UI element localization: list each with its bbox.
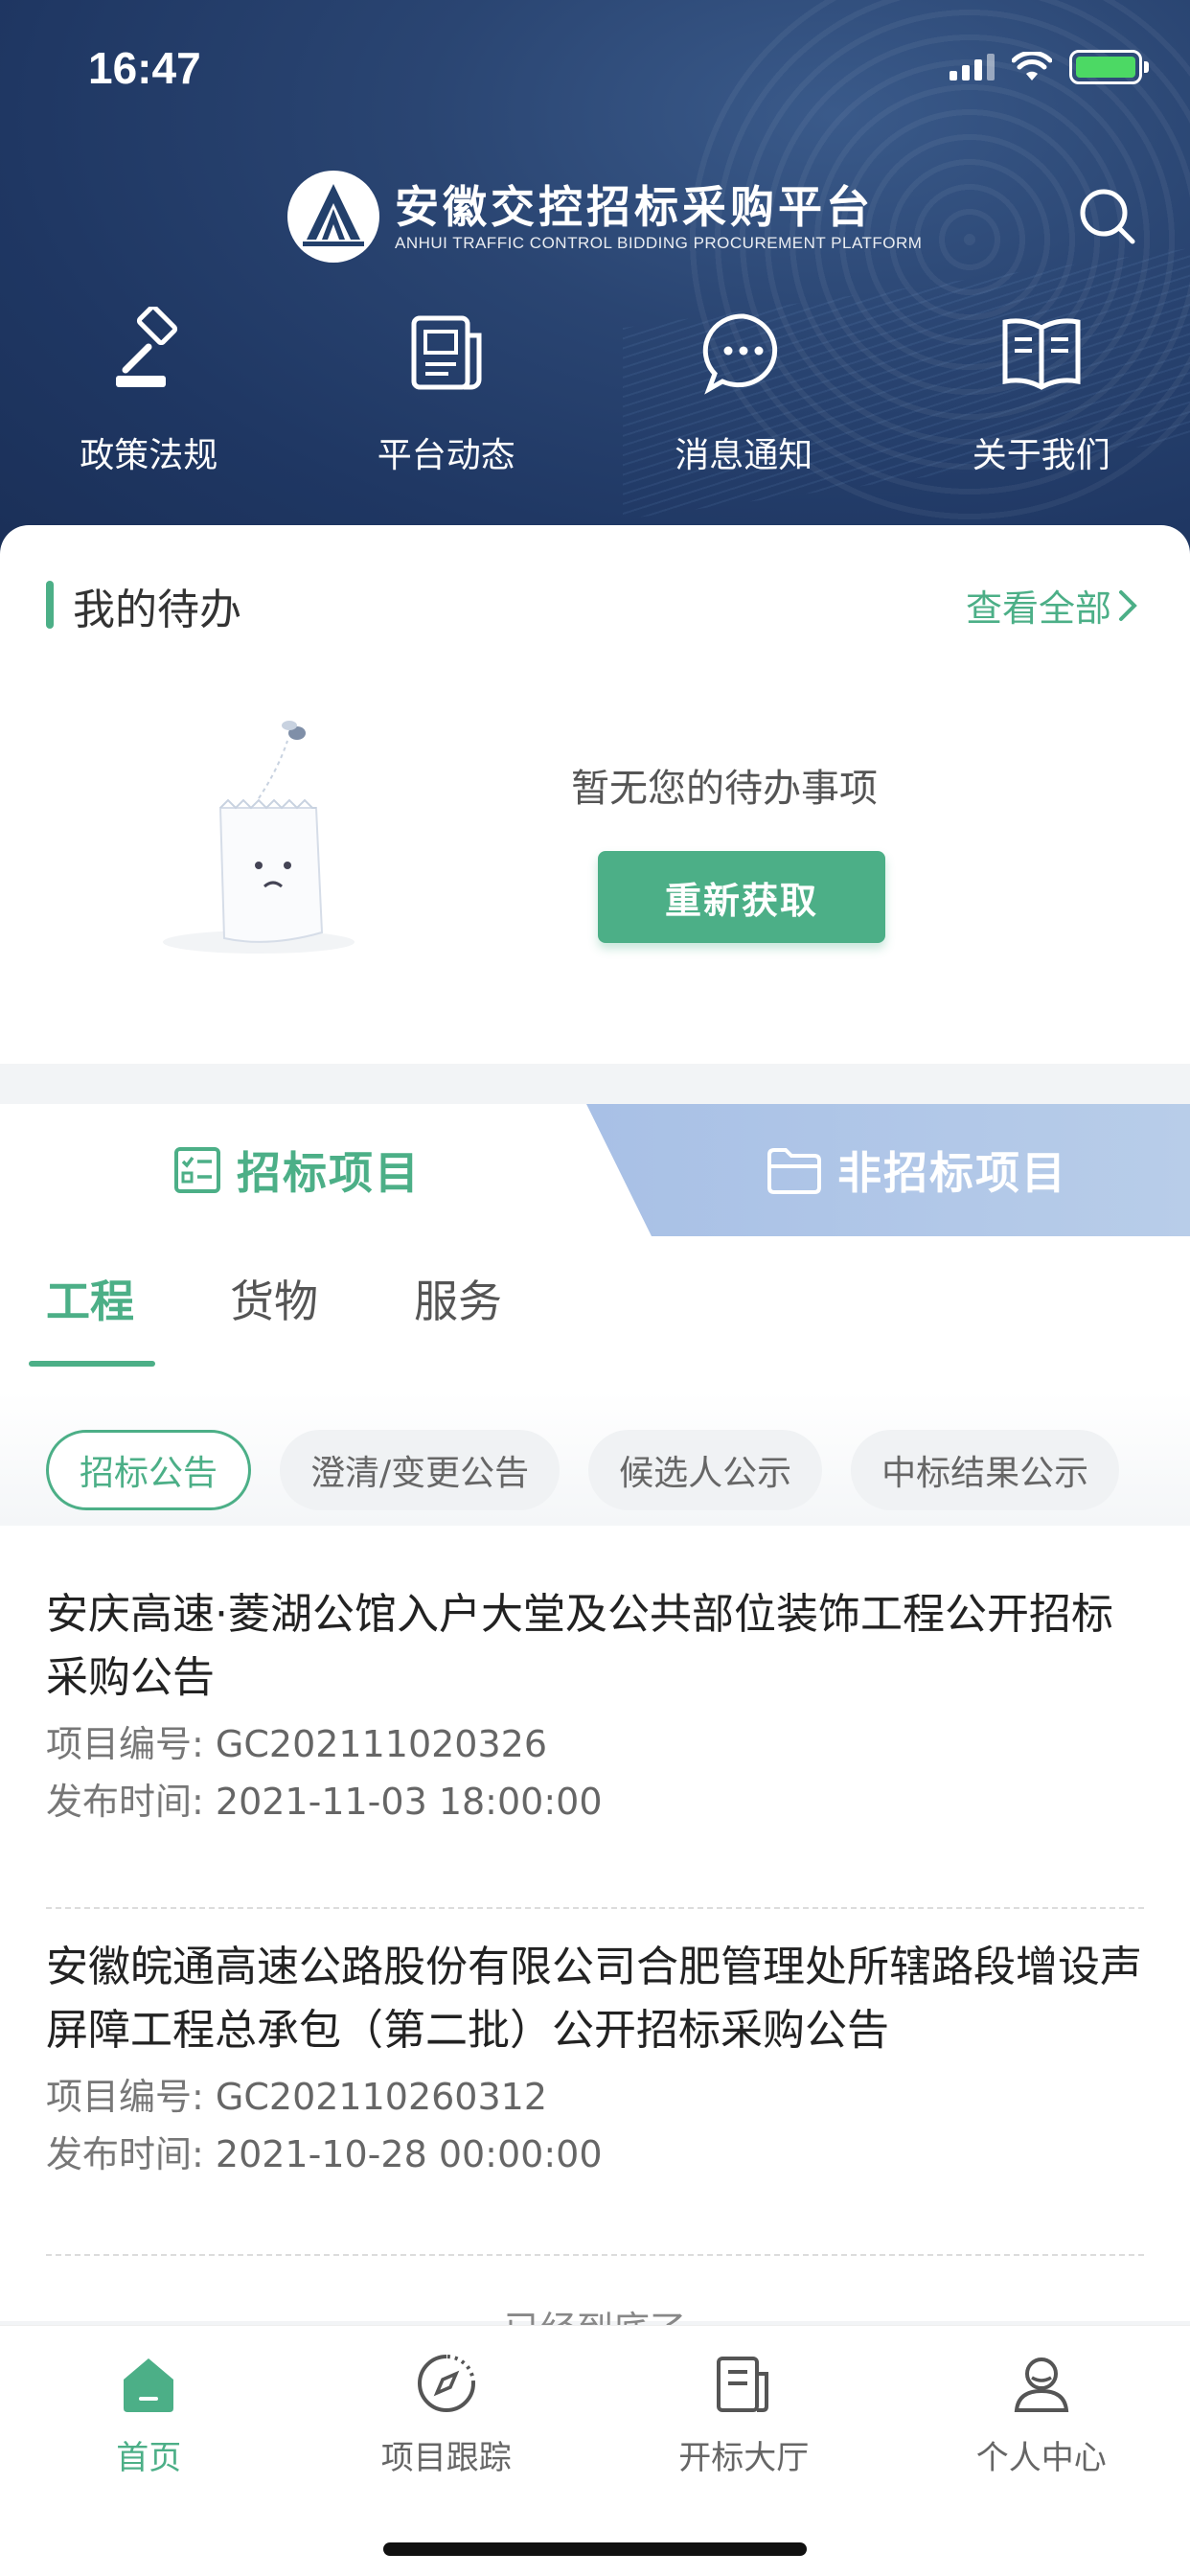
quick-nav: 政策法规 平台动态 消息通知 关于我们 [0,307,1190,477]
nav-about[interactable]: 关于我们 [893,307,1190,477]
segment-label: 非招标项目 [837,1147,1067,1199]
see-all-link[interactable]: 查看全部 [966,579,1144,632]
battery-icon [1069,50,1149,84]
tab-bid-opening-hall[interactable]: 开标大厅 [595,2351,893,2478]
home-indicator [383,2542,807,2556]
segment-bidding-projects[interactable]: 招标项目 [0,1104,594,1236]
tab-services[interactable]: 服务 [414,1267,502,1363]
publish-time: 2021-11-03 18:00:00 [215,1781,603,1823]
list-item[interactable]: 安庆高速·菱湖公馆入户大堂及公共部位装饰工程公开招标采购公告 项目编号: GC2… [46,1583,1144,1909]
nav-notifications[interactable]: 消息通知 [595,307,893,477]
item-code-row: 项目编号: GC202110260312 [46,2068,1144,2126]
announcement-filter-bar: 招标公告 澄清/变更公告 候选人公示 中标结果公示 [0,1392,1190,1526]
tab-label: 项目跟踪 [380,2439,512,2477]
item-time-row: 发布时间: 2021-10-28 00:00:00 [46,2126,1144,2183]
status-bar: 16:47 [0,0,1190,134]
wifi-icon [1012,52,1052,80]
code-label: 项目编号: [46,1723,204,1765]
chat-bubble-icon [703,313,778,395]
status-icons [950,50,1149,84]
open-book-icon [1002,318,1081,390]
announcement-list: 安庆高速·菱湖公馆入户大堂及公共部位装饰工程公开招标采购公告 项目编号: GC2… [0,1583,1190,2256]
folder-icon [767,1148,821,1194]
active-tab-indicator [29,1361,155,1367]
todo-card: 我的待办 查看全部 暂无您的待办事项 重新获取 [0,525,1190,1064]
project-code: GC202110260312 [215,2076,548,2118]
tab-label: 个人中心 [975,2439,1107,2477]
person-icon [1014,2358,1068,2412]
app-subtitle: ANHUI TRAFFIC CONTROL BIDDING PROCUREMEN… [395,234,923,252]
segment-label: 招标项目 [237,1147,421,1199]
status-time: 16:47 [88,43,201,93]
todo-title: 我的待办 [73,586,241,634]
tab-engineering[interactable]: 工程 [46,1267,134,1363]
chip-candidate-publicity[interactable]: 候选人公示 [588,1430,823,1510]
tab-label: 首页 [116,2439,182,2477]
logo-emblem-icon [287,171,379,263]
bottom-tab-bar: 首页 项目跟踪 开标大厅 个人中心 [0,2325,1190,2576]
newspaper-icon [411,315,482,390]
tab-personal-center[interactable]: 个人中心 [893,2351,1190,2478]
refresh-button[interactable]: 重新获取 [598,851,885,943]
nav-label: 关于我们 [972,436,1110,475]
tracking-icon [417,2355,475,2412]
item-title: 安徽皖通高速公路股份有限公司合肥管理处所辖路段增设声屏障工程总承包（第二批）公开… [46,1943,1142,2055]
gavel-icon [116,307,178,387]
hall-icon [717,2357,769,2412]
category-tabs: 工程 货物 服务 [0,1267,1190,1363]
chip-award-result[interactable]: 中标结果公示 [851,1430,1120,1510]
item-title: 安庆高速·菱湖公馆入户大堂及公共部位装饰工程公开招标采购公告 [46,1590,1113,1702]
segment-non-bidding-projects[interactable]: 非招标项目 [586,1104,1190,1236]
tab-project-tracking[interactable]: 项目跟踪 [298,2351,596,2478]
list-item[interactable]: 安徽皖通高速公路股份有限公司合肥管理处所辖路段增设声屏障工程总承包（第二批）公开… [46,1909,1144,2256]
cellular-signal-icon [950,54,995,80]
nav-label: 消息通知 [675,436,813,475]
header-banner: 16:47 安徽交控招标采购平台 ANHUI TRAFFIC CONTROL B… [0,0,1190,575]
nav-label: 政策法规 [80,436,218,475]
home-icon [124,2358,174,2412]
project-code: GC202111020326 [215,1723,548,1765]
see-all-label: 查看全部 [965,587,1111,630]
code-label: 项目编号: [46,2076,204,2118]
project-section: 招标项目 非招标项目 工程 货物 服务 招标公告 澄清/变更公告 候选人公示 中… [0,1104,1190,2321]
section-accent-bar [46,581,54,629]
checklist-icon [174,1147,220,1193]
item-code-row: 项目编号: GC202111020326 [46,1715,1144,1773]
nav-platform-news[interactable]: 平台动态 [298,307,596,477]
project-type-toggle: 招标项目 非招标项目 [0,1104,1190,1236]
platform-logo: 安徽交控招标采购平台 ANHUI TRAFFIC CONTROL BIDDING… [287,171,922,263]
publish-time: 2021-10-28 00:00:00 [215,2133,603,2175]
chevron-right-icon [1119,589,1137,621]
search-icon[interactable] [1075,184,1140,249]
chip-clarification-notice[interactable]: 澄清/变更公告 [280,1430,561,1510]
item-time-row: 发布时间: 2021-11-03 18:00:00 [46,1773,1144,1830]
tab-home[interactable]: 首页 [0,2351,298,2478]
nav-label: 平台动态 [377,436,515,475]
tab-label: 开标大厅 [678,2439,810,2477]
time-label: 发布时间: [46,2133,204,2175]
empty-bag-illustration [163,721,355,954]
empty-todo-text: 暂无您的待办事项 [571,767,878,811]
app-title: 安徽交控招标采购平台 [395,181,874,233]
nav-policy[interactable]: 政策法规 [0,307,298,477]
chip-bid-notice[interactable]: 招标公告 [46,1430,252,1510]
tab-goods[interactable]: 货物 [230,1267,318,1363]
time-label: 发布时间: [46,1781,204,1823]
